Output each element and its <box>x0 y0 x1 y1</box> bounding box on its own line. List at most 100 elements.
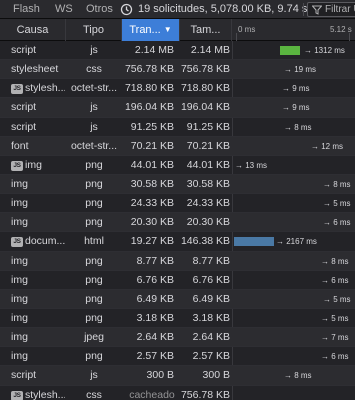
filter-placeholder: Filtrar U <box>325 4 355 15</box>
waterfall-cell: → 5 ms <box>232 309 355 328</box>
cause-text: img <box>11 273 28 286</box>
request-row[interactable]: img jpeg 2.64 KB 2.64 KB → 7 ms <box>0 328 355 348</box>
cause-cell: script <box>11 41 65 60</box>
request-row[interactable]: script js 91.25 KB 91.25 KB → 8 ms <box>0 118 355 137</box>
waterfall-cell: → 9 ms <box>232 98 355 117</box>
timing-label: → 8 ms <box>284 122 312 132</box>
size-cell: 2.57 KB <box>192 350 230 363</box>
type-cell: js <box>90 44 98 56</box>
waterfall-cell <box>232 386 355 400</box>
size-cell: 6.49 KB <box>192 292 230 305</box>
cause-cell: img <box>11 290 65 309</box>
type-cell: html <box>84 235 104 248</box>
size-cell: 196.04 KB <box>180 101 230 114</box>
request-list: script js 2.14 MB 2.14 MB → 1312 ms styleshee… <box>0 41 355 400</box>
transferred-cell: 6.49 KB <box>136 292 174 305</box>
timing-label: → 6 ms <box>321 275 349 285</box>
type-cell: js <box>90 369 98 382</box>
request-row[interactable]: img png 6.76 KB 6.76 KB → 6 ms <box>0 271 355 290</box>
transferred-cell: 2.14 MB <box>134 44 174 56</box>
column-header-size[interactable]: Tam... <box>180 19 232 41</box>
request-row[interactable]: stylesheet css 756.78 KB 756.78 KB → 19 ms <box>0 60 355 80</box>
filter-tab-otros[interactable]: Otros <box>86 0 113 19</box>
request-row[interactable]: script js 300 B 300 B → 8 ms <box>0 366 355 386</box>
type-cell: png <box>85 273 103 286</box>
request-row[interactable]: JS img png 44.01 KB 44.01 KB → 13 ms <box>0 156 355 175</box>
request-row[interactable]: img png 30.58 KB 30.58 KB → 8 ms <box>0 174 355 195</box>
request-row[interactable]: JS stylesh... octet-str... 718.80 KB 718.80 … <box>0 79 355 99</box>
type-cell: png <box>85 158 103 171</box>
filter-tab-ws[interactable]: WS <box>55 0 73 19</box>
request-row[interactable]: img png 20.30 KB 20.30 KB → 6 ms <box>0 213 355 233</box>
size-cell: 20.30 KB <box>186 216 230 229</box>
filter-tab-flash[interactable]: Flash <box>13 0 40 19</box>
request-row[interactable]: img png 8.77 KB 8.77 KB → 8 ms <box>0 251 355 271</box>
timing-label: → 2167 ms <box>276 237 317 247</box>
type-cell: png <box>85 177 103 190</box>
transferred-cell: cacheado <box>129 388 175 400</box>
size-cell: 756.78 KB <box>180 63 230 76</box>
size-cell: 2.14 MB <box>190 44 230 56</box>
waterfall-tick-end: 5.12 s <box>330 25 352 34</box>
request-row[interactable]: JS docum... html 19.27 KB 146.38 KB → 2167 ms <box>0 232 355 252</box>
transferred-cell: 300 B <box>146 369 174 382</box>
cause-cell: img <box>11 347 65 366</box>
cause-text: img <box>11 177 28 190</box>
request-row[interactable]: img png 2.57 KB 2.57 KB → 6 ms <box>0 347 355 367</box>
timing-label: → 6 ms <box>321 352 349 362</box>
table-header: Causa Tipo Tran... ▼ Tam... 0 ms 5.12 s <box>0 19 355 41</box>
waterfall-cell: → 6 ms <box>232 271 355 290</box>
waterfall-cell: → 8 ms <box>232 175 355 194</box>
transferred-cell: 70.21 KB <box>130 139 174 152</box>
column-header-cause[interactable]: Causa <box>0 19 66 41</box>
network-toolbar: Flash WS Otros 19 solicitudes, 5,078.00 … <box>0 0 355 19</box>
column-header-waterfall[interactable]: 0 ms 5.12 s <box>232 19 355 41</box>
timing-label: → 1312 ms <box>304 46 345 55</box>
request-summary: 19 solicitudes, 5,078.00 KB, 9.74 s <box>138 3 308 15</box>
request-row[interactable]: img png 6.49 KB 6.49 KB → 5 ms <box>0 289 355 309</box>
cause-cell: font <box>11 137 65 156</box>
type-cell: js <box>90 101 98 114</box>
js-initiator-icon: JS <box>11 84 23 95</box>
cause-text: img <box>25 158 42 171</box>
type-cell: js <box>90 120 98 133</box>
waterfall-cell: → 13 ms <box>232 156 355 175</box>
cause-cell: img <box>11 252 65 271</box>
transferred-cell: 24.33 KB <box>130 197 174 210</box>
type-cell: octet-str... <box>70 139 118 152</box>
cause-text: script <box>11 44 37 56</box>
cause-text: stylesheet <box>11 63 59 76</box>
request-row[interactable]: img png 3.18 KB 3.18 KB → 5 ms <box>0 309 355 329</box>
transferred-cell: 8.77 KB <box>136 254 174 267</box>
request-row[interactable]: script js 2.14 MB 2.14 MB → 1312 ms <box>0 41 355 61</box>
transferred-cell: 2.64 KB <box>136 331 174 344</box>
waterfall-cell: → 1312 ms <box>232 41 355 60</box>
request-row[interactable]: font octet-str... 70.21 KB 70.21 KB → 12 ms <box>0 136 355 156</box>
transferred-cell: 91.25 KB <box>130 120 174 133</box>
column-header-transferred[interactable]: Tran... ▼ <box>122 19 180 41</box>
column-header-type[interactable]: Tipo <box>66 19 122 41</box>
type-cell: png <box>85 254 103 267</box>
request-row[interactable]: img png 24.33 KB 24.33 KB → 5 ms <box>0 194 355 214</box>
cause-cell: img <box>11 309 65 328</box>
size-cell: 146.38 KB <box>180 235 230 248</box>
waterfall-tick-start: 0 ms <box>238 25 256 34</box>
timing-label: → 19 ms <box>284 65 317 75</box>
cause-cell: script <box>11 118 65 137</box>
size-cell: 8.77 KB <box>192 254 230 267</box>
size-cell: 30.58 KB <box>186 177 230 190</box>
request-row[interactable]: JS stylesh... css cacheado 756.78 KB <box>0 386 355 400</box>
cause-text: font <box>11 139 29 152</box>
waterfall-cell: → 5 ms <box>232 290 355 309</box>
size-cell: 2.64 KB <box>192 331 230 344</box>
timing-label: → 5 ms <box>323 199 351 209</box>
waterfall-cell: → 8 ms <box>232 118 355 137</box>
cause-text: stylesh... <box>25 82 65 95</box>
filter-url-input[interactable]: Filtrar U <box>307 2 355 17</box>
request-row[interactable]: script js 196.04 KB 196.04 KB → 9 ms <box>0 98 355 118</box>
type-cell: png <box>85 197 103 210</box>
reload-timer-icon <box>120 3 133 16</box>
cause-text: img <box>11 292 28 305</box>
timing-bar <box>280 46 300 55</box>
type-cell: css <box>86 63 102 76</box>
